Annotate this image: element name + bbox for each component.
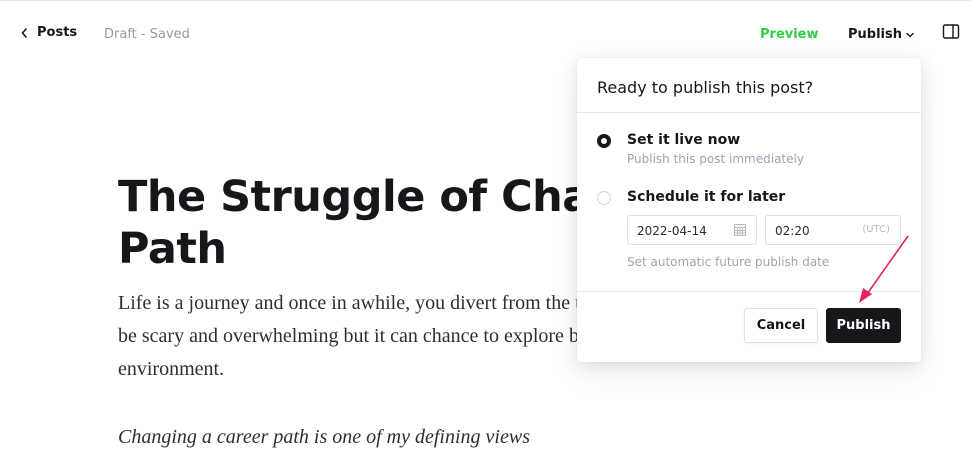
option-description: Publish this post immediately xyxy=(627,152,804,166)
post-paragraph[interactable]: Changing a career path is one of my defi… xyxy=(118,426,971,449)
publish-menu-label: Publish xyxy=(848,27,902,42)
schedule-hint: Set automatic future publish date xyxy=(627,255,830,269)
preview-button[interactable]: Preview xyxy=(760,27,819,42)
radio-selected[interactable] xyxy=(597,134,611,148)
time-value: 02:20 xyxy=(775,224,810,238)
date-value: 2022-04-14 xyxy=(637,224,707,238)
radio-unselected[interactable] xyxy=(597,191,611,205)
chevron-down-icon xyxy=(906,32,914,37)
option-title: Set it live now xyxy=(627,132,741,148)
calendar-icon xyxy=(734,224,746,236)
schedule-date-input[interactable]: 2022-04-14 xyxy=(627,215,757,245)
popover-title: Ready to publish this post? xyxy=(577,58,921,113)
back-to-posts-link[interactable]: Posts xyxy=(20,25,77,40)
publish-popover: Ready to publish this post? Set it live … xyxy=(577,58,921,362)
sidebar-toggle-icon[interactable] xyxy=(942,23,960,41)
cancel-button[interactable]: Cancel xyxy=(744,308,818,343)
publish-menu-button[interactable]: Publish xyxy=(848,27,915,42)
chevron-left-icon xyxy=(21,27,27,38)
timezone-label: (UTC) xyxy=(862,224,890,235)
popover-footer: Cancel Publish xyxy=(577,291,921,363)
option-title: Schedule it for later xyxy=(627,189,786,205)
back-label: Posts xyxy=(37,25,78,40)
schedule-time-input[interactable]: 02:20 (UTC) xyxy=(765,215,901,245)
post-status: Draft - Saved xyxy=(104,27,190,42)
publish-button[interactable]: Publish xyxy=(826,308,901,343)
